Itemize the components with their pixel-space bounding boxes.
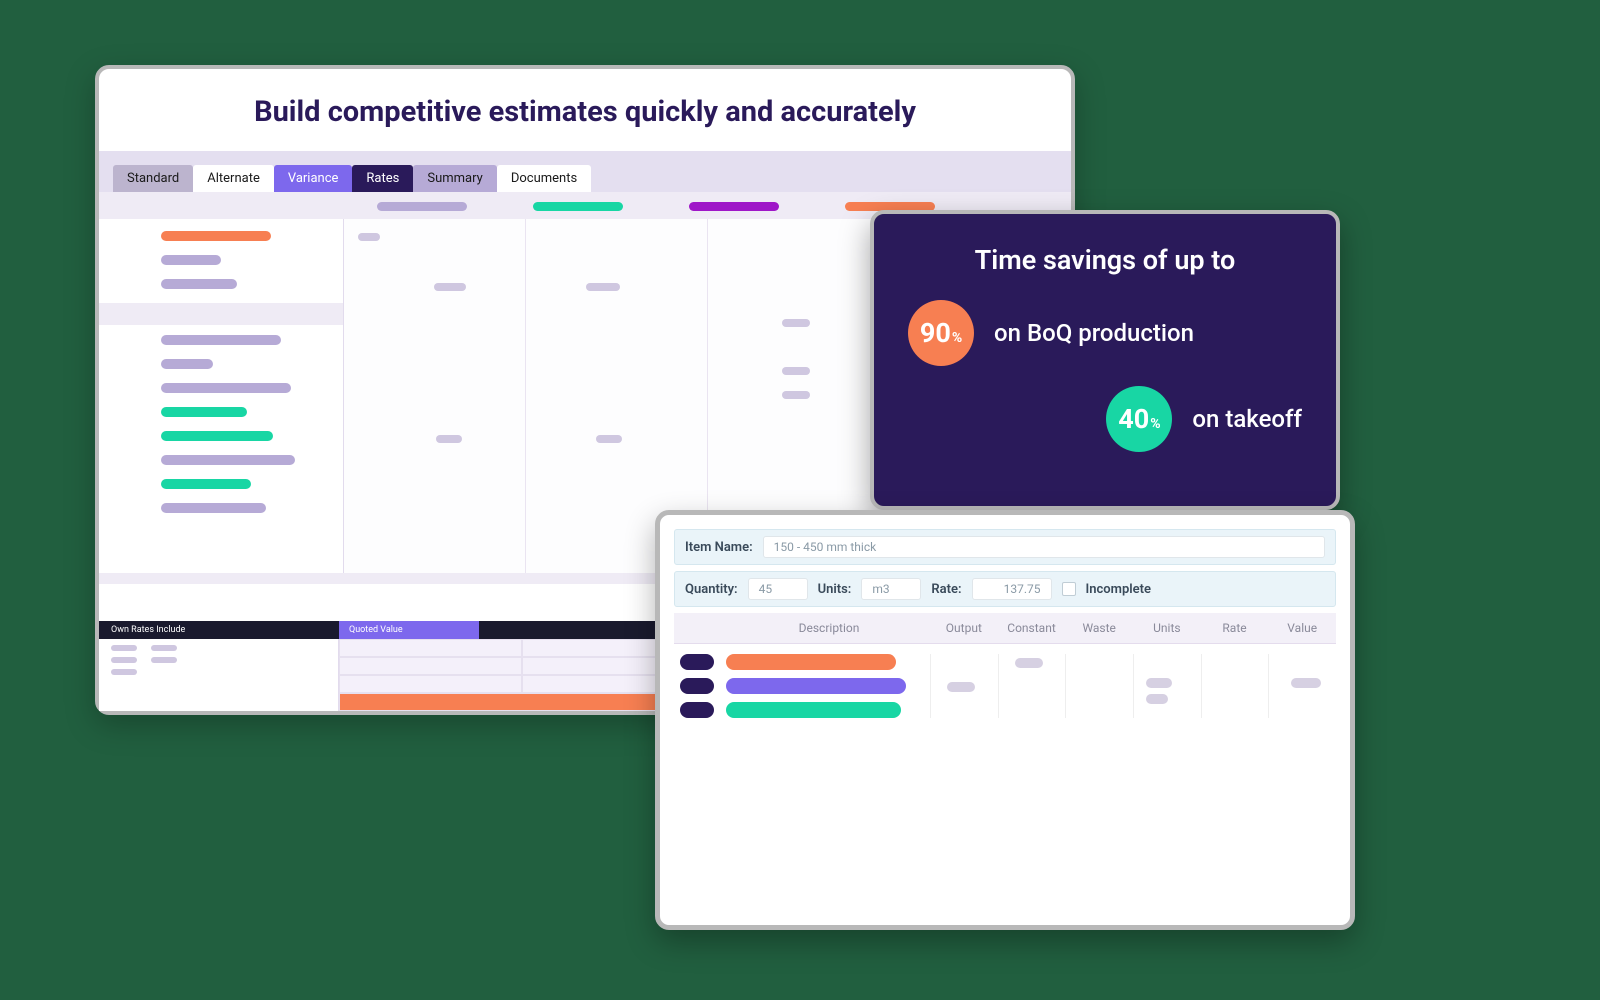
quantity-field[interactable]: 45: [748, 578, 808, 600]
item-name-label: Item Name:: [685, 540, 753, 555]
incomplete-label: Incomplete: [1086, 582, 1151, 597]
list-item[interactable]: [726, 702, 901, 718]
row-label[interactable]: [161, 335, 281, 345]
tab-alternate[interactable]: Alternate: [193, 165, 274, 192]
data-col-units[interactable]: [1133, 654, 1201, 718]
detail-columns-header: Description Output Constant Waste Units …: [674, 613, 1336, 644]
detail-data-grid: [930, 654, 1336, 718]
drag-handle-icon[interactable]: [680, 702, 714, 718]
row-label[interactable]: [161, 279, 237, 289]
column-header-3[interactable]: [689, 202, 779, 211]
col-rate[interactable]: Rate: [1201, 621, 1269, 635]
footer-label-own-rates: Own Rates Include: [99, 625, 339, 635]
data-col-value[interactable]: [1268, 654, 1336, 718]
callout-text-takeoff: on takeoff: [1192, 405, 1302, 433]
section-divider: [99, 303, 343, 325]
data-column[interactable]: [344, 219, 526, 573]
col-waste[interactable]: Waste: [1065, 621, 1133, 635]
tab-variance[interactable]: Variance: [274, 165, 353, 192]
col-constant[interactable]: Constant: [998, 621, 1066, 635]
units-field[interactable]: m3: [861, 578, 921, 600]
list-item[interactable]: [726, 654, 896, 670]
row-label[interactable]: [161, 479, 251, 489]
description-column: [720, 654, 930, 718]
detail-body: [674, 644, 1336, 718]
tabbar: Standard Alternate Variance Rates Summar…: [113, 165, 1057, 192]
col-output[interactable]: Output: [930, 621, 998, 635]
item-name-field[interactable]: 150 - 450 mm thick: [763, 536, 1325, 558]
row-label[interactable]: [161, 255, 221, 265]
drag-handle-icon[interactable]: [680, 678, 714, 694]
row-label[interactable]: [161, 407, 247, 417]
rate-label: Rate:: [931, 582, 961, 597]
column-header-1[interactable]: [377, 202, 467, 211]
data-col-rate[interactable]: [1201, 654, 1269, 718]
col-description[interactable]: Description: [720, 621, 930, 635]
callout-row-boq: 90% on BoQ production: [908, 300, 1302, 366]
item-name-row: Item Name: 150 - 450 mm thick: [674, 529, 1336, 565]
row-label[interactable]: [161, 359, 213, 369]
footer-left: [99, 639, 339, 711]
drag-handle-icon[interactable]: [680, 654, 714, 670]
data-col-output[interactable]: [930, 654, 998, 718]
page-title: Build competitive estimates quickly and …: [99, 69, 1071, 151]
savings-callout: Time savings of up to 90% on BoQ product…: [870, 210, 1340, 510]
col-value[interactable]: Value: [1268, 621, 1336, 635]
tab-rates[interactable]: Rates: [352, 165, 413, 192]
tab-summary[interactable]: Summary: [413, 165, 496, 192]
column-header-2[interactable]: [533, 202, 623, 211]
list-item[interactable]: [726, 678, 906, 694]
row-handles: [674, 654, 720, 718]
units-label: Units:: [818, 582, 852, 597]
callout-title: Time savings of up to: [908, 244, 1302, 276]
item-metrics-row: Quantity: 45 Units: m3 Rate: 137.75 Inco…: [674, 571, 1336, 607]
footer-label-quoted-value: Quoted Value: [339, 621, 479, 639]
callout-text-boq: on BoQ production: [994, 319, 1194, 347]
rate-field[interactable]: 137.75: [972, 578, 1052, 600]
badge-90: 90%: [908, 300, 974, 366]
row-label[interactable]: [161, 431, 273, 441]
tab-standard[interactable]: Standard: [113, 165, 193, 192]
row-label[interactable]: [161, 231, 271, 241]
row-label[interactable]: [161, 503, 266, 513]
incomplete-checkbox[interactable]: [1062, 582, 1076, 596]
tab-documents[interactable]: Documents: [497, 165, 591, 192]
col-units[interactable]: Units: [1133, 621, 1201, 635]
tabbar-container: Standard Alternate Variance Rates Summar…: [99, 151, 1071, 192]
data-col-waste[interactable]: [1065, 654, 1133, 718]
badge-40: 40%: [1106, 386, 1172, 452]
row-label[interactable]: [161, 383, 291, 393]
row-labels: [99, 219, 344, 573]
callout-row-takeoff: 40% on takeoff: [1008, 386, 1302, 452]
quantity-label: Quantity:: [685, 582, 738, 597]
row-label[interactable]: [161, 455, 295, 465]
data-col-constant[interactable]: [998, 654, 1066, 718]
item-detail-panel: Item Name: 150 - 450 mm thick Quantity: …: [655, 510, 1355, 930]
